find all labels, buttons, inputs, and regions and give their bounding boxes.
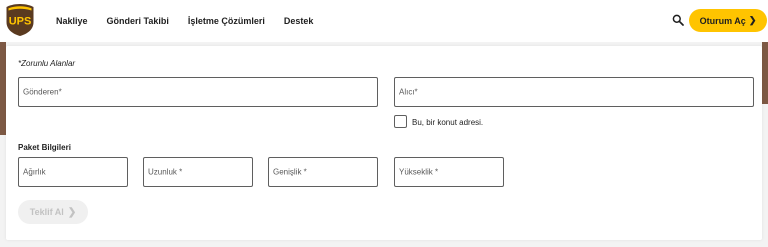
login-button-label: Oturum Aç	[699, 15, 746, 26]
nav-item-support[interactable]: Destek	[284, 16, 314, 26]
width-field-placeholder: Genişlik *	[273, 167, 307, 177]
required-fields-note: *Zorunlu Alanlar	[18, 59, 76, 68]
nav-item-business-solutions[interactable]: İşletme Çözümleri	[188, 16, 265, 26]
background-strip-right	[762, 42, 768, 104]
chevron-right-icon: ❯	[748, 15, 757, 25]
nav-item-tracking[interactable]: Gönderi Takibi	[107, 16, 169, 26]
package-info-title: Paket Bilgileri	[18, 143, 71, 152]
weight-field-placeholder: Ağırlık	[23, 167, 46, 177]
recipient-field[interactable]: Alıcı*	[394, 77, 754, 107]
width-field[interactable]: Genişlik *	[268, 157, 378, 187]
get-quote-button-label: Teklif Al	[29, 207, 64, 217]
ups-logo[interactable]: UPS	[5, 3, 35, 37]
get-quote-button[interactable]: Teklif Al ❯	[18, 200, 88, 224]
height-field[interactable]: Yükseklik *	[394, 157, 504, 187]
login-button[interactable]: Oturum Aç ❯	[689, 9, 767, 32]
length-field-placeholder: Uzunluk *	[148, 167, 183, 177]
main-nav: Nakliye Gönderi Takibi İşletme Çözümleri…	[56, 0, 332, 42]
svg-text:UPS: UPS	[9, 16, 32, 28]
search-icon[interactable]	[672, 14, 684, 26]
sender-field-placeholder: Gönderen*	[23, 87, 62, 97]
quote-form-card	[6, 46, 762, 240]
height-field-placeholder: Yükseklik *	[399, 167, 439, 177]
recipient-field-placeholder: Alıcı*	[399, 87, 418, 97]
sender-field[interactable]: Gönderen*	[18, 77, 378, 107]
site-header: UPS Nakliye Gönderi Takibi İşletme Çözüm…	[0, 0, 768, 42]
chevron-right-icon: ❯	[67, 206, 77, 218]
residential-address-checkbox[interactable]	[394, 115, 407, 128]
length-field[interactable]: Uzunluk *	[143, 157, 253, 187]
nav-item-shipping[interactable]: Nakliye	[56, 16, 88, 26]
weight-field[interactable]: Ağırlık	[18, 157, 128, 187]
residential-address-label[interactable]: Bu, bir konut adresi.	[412, 118, 483, 127]
